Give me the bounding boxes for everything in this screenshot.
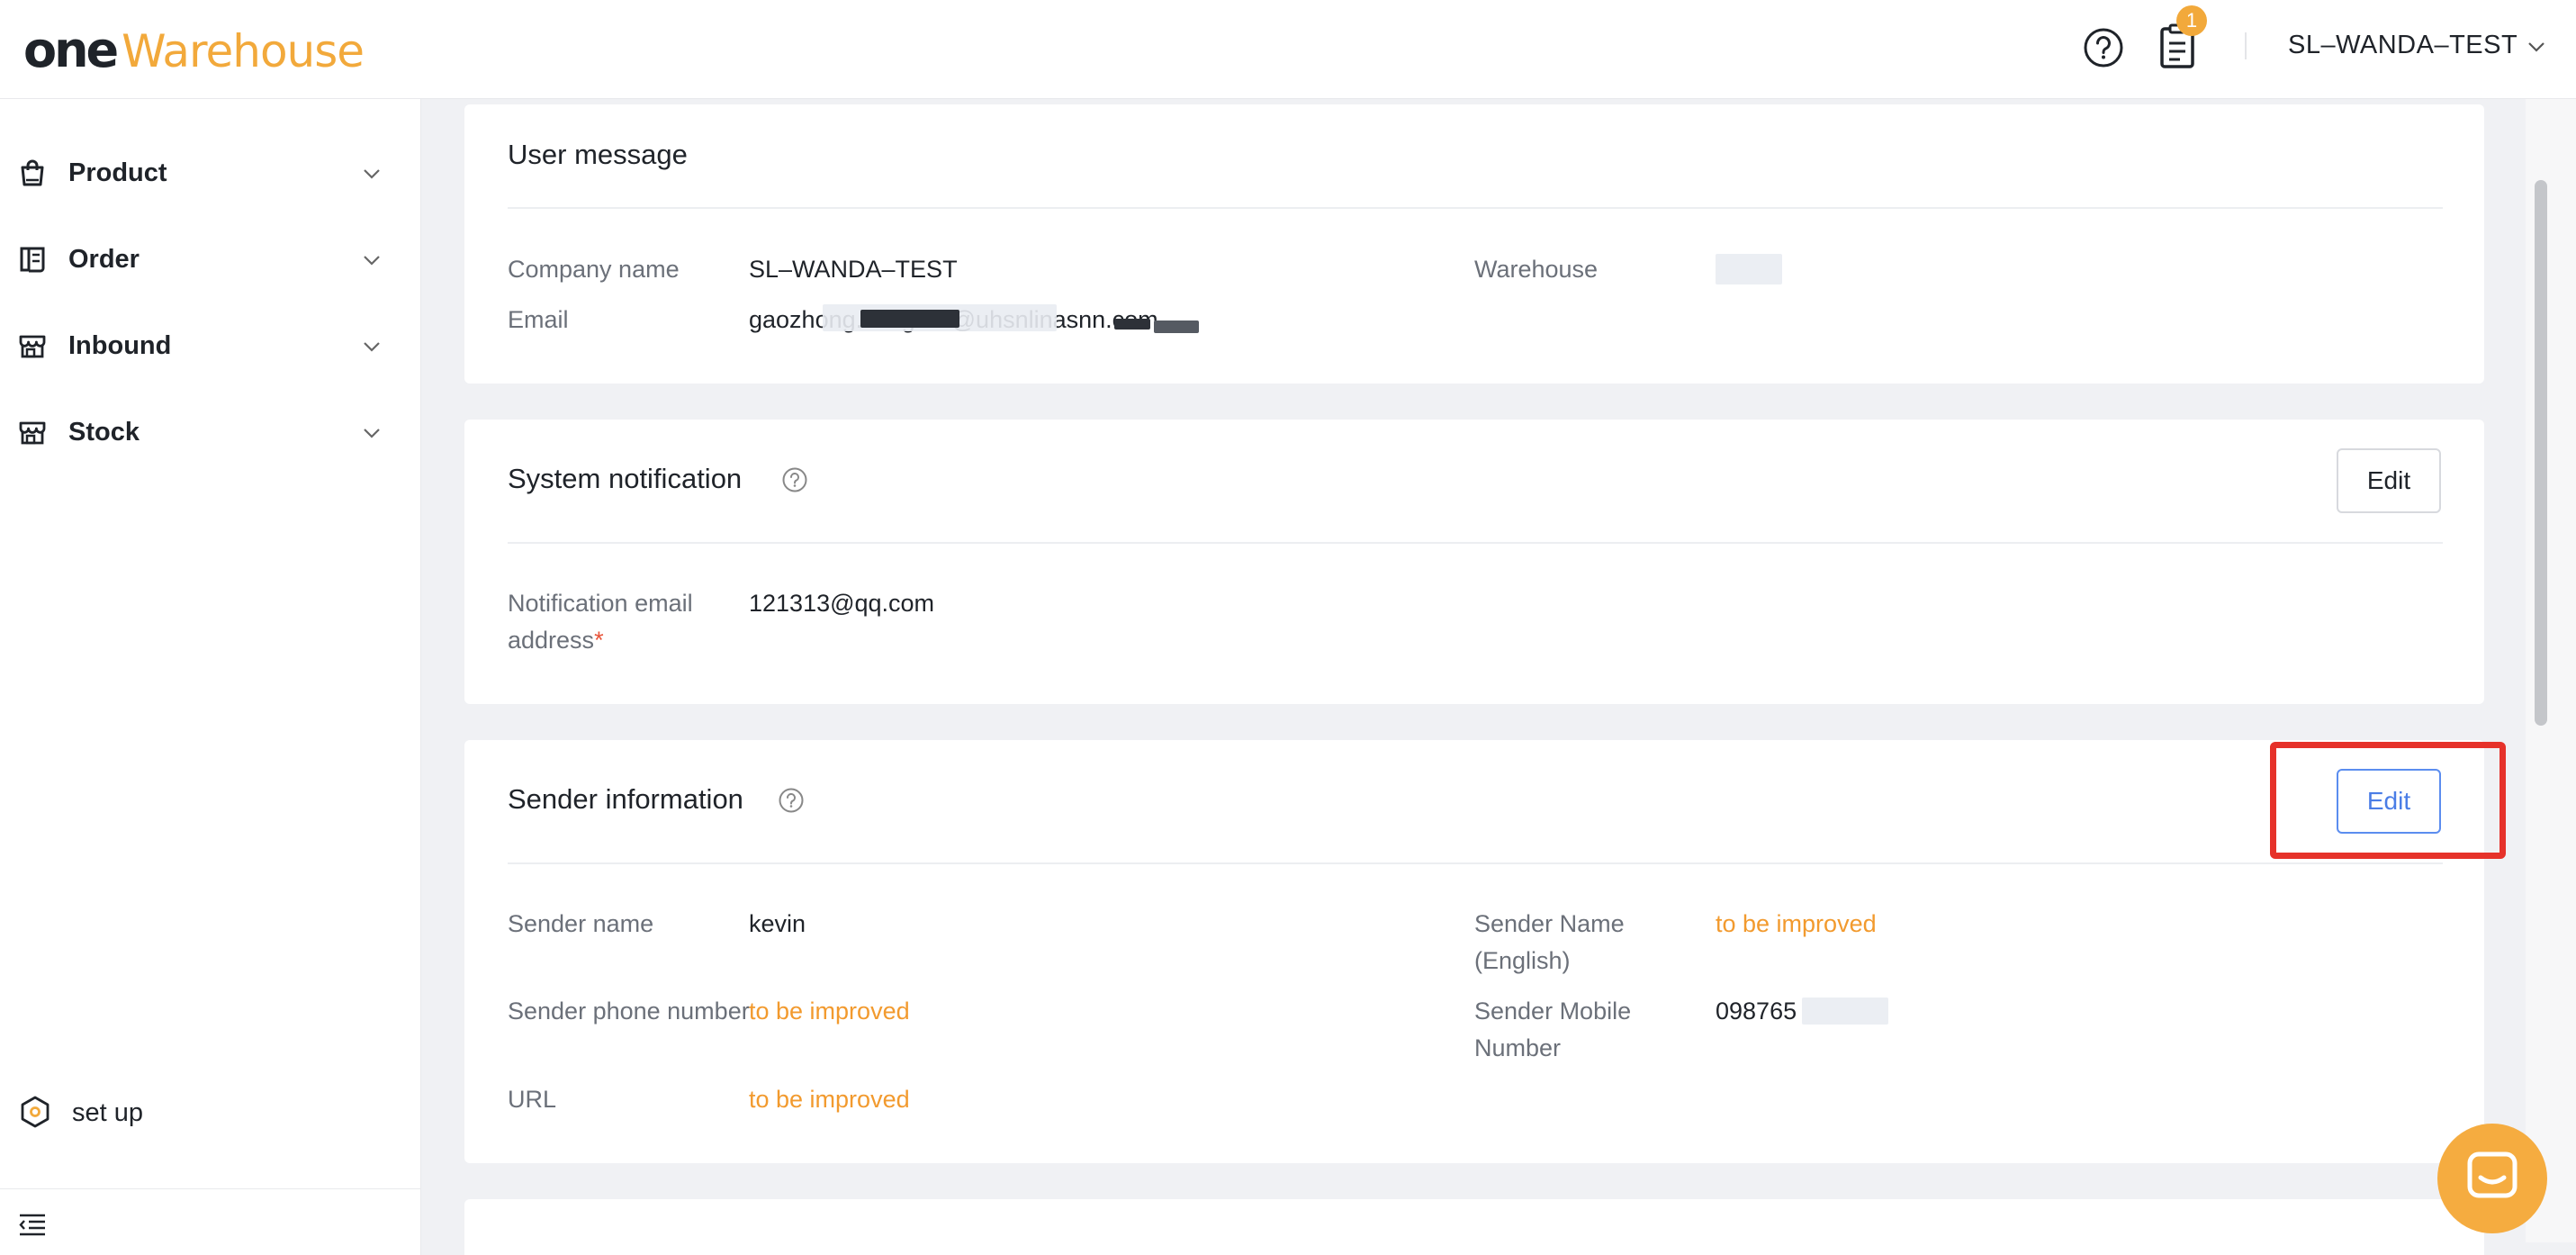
warehouse-value-redacted bbox=[1716, 254, 1782, 284]
notification-badge: 1 bbox=[2176, 5, 2207, 36]
system-notification-title: System notification bbox=[508, 463, 743, 494]
store-icon bbox=[19, 421, 46, 445]
store-icon bbox=[19, 335, 46, 358]
hexagon-settings-icon bbox=[21, 1096, 50, 1128]
scrollbar-track[interactable] bbox=[2526, 99, 2576, 1242]
card-divider bbox=[508, 862, 2443, 864]
url-label: URL bbox=[508, 1086, 557, 1113]
sender-name-value: kevin bbox=[749, 910, 806, 937]
top-header: one Warehouse 1 SL–WANDA–TEST bbox=[0, 0, 2576, 99]
sidebar-item-label: Product bbox=[68, 158, 167, 187]
collapse-menu-icon[interactable] bbox=[18, 1213, 47, 1236]
notification-email-value: 121313@qq.com bbox=[749, 590, 935, 617]
notification-email-label: Notification email address* bbox=[508, 585, 742, 659]
sender-name-english-label: Sender Name (English) bbox=[1474, 910, 1625, 974]
sidebar-item-product[interactable]: Product bbox=[0, 140, 421, 203]
url-value: to be improved bbox=[749, 1086, 910, 1113]
user-menu[interactable]: SL–WANDA–TEST bbox=[2288, 31, 2517, 60]
sidebar-item-setup[interactable]: set up bbox=[0, 1080, 421, 1143]
sidebar-item-order[interactable]: Order bbox=[0, 227, 421, 290]
sidebar-item-inbound[interactable]: Inbound bbox=[0, 313, 421, 376]
sidebar-footer bbox=[0, 1188, 421, 1255]
email-redaction-dark bbox=[860, 310, 959, 328]
bag-icon bbox=[21, 159, 44, 186]
email-label: Email bbox=[508, 306, 569, 333]
sender-mobile-redaction bbox=[1802, 998, 1888, 1025]
highlight-annotation bbox=[2270, 742, 2506, 859]
sender-phone-value: to be improved bbox=[749, 998, 910, 1025]
sidebar-item-stock[interactable]: Stock bbox=[0, 400, 421, 463]
sender-mobile-label: Sender Mobile Number bbox=[1474, 998, 1632, 1061]
edit-notification-button[interactable]: Edit bbox=[2337, 448, 2441, 513]
card-divider bbox=[508, 207, 2443, 209]
user-message-card: User message Company name SL–WANDA–TEST … bbox=[464, 104, 2484, 384]
sidebar-item-label: Inbound bbox=[68, 331, 172, 360]
logo-one-text: one bbox=[23, 22, 119, 78]
company-name-value: SL–WANDA–TEST bbox=[749, 256, 958, 283]
app-logo[interactable]: one Warehouse bbox=[23, 22, 365, 78]
email-redaction-dark bbox=[1154, 321, 1199, 333]
chevron-down-icon bbox=[364, 429, 380, 438]
user-message-title: User message bbox=[508, 139, 688, 170]
card-divider bbox=[508, 542, 2443, 544]
receipt-icon bbox=[20, 247, 45, 273]
setup-label: set up bbox=[72, 1098, 143, 1127]
required-mark: * bbox=[594, 627, 604, 654]
next-card-partial bbox=[464, 1199, 2484, 1255]
sidebar-item-label: Order bbox=[68, 245, 140, 274]
chat-icon bbox=[2467, 1151, 2517, 1198]
sender-name-label: Sender name bbox=[508, 910, 654, 937]
header-divider bbox=[2245, 32, 2247, 59]
chevron-down-icon[interactable] bbox=[2526, 36, 2547, 58]
question-circle-icon[interactable] bbox=[778, 787, 805, 814]
sender-phone-label: Sender phone number bbox=[508, 998, 750, 1025]
chevron-down-icon bbox=[364, 342, 380, 352]
email-redaction-dark bbox=[1114, 319, 1150, 330]
scrollbar-thumb[interactable] bbox=[2535, 180, 2547, 726]
sender-information-card: Sender information Edit Sender name kevi… bbox=[464, 740, 2484, 1163]
help-icon[interactable] bbox=[2083, 27, 2124, 68]
sender-information-title: Sender information bbox=[508, 783, 743, 815]
sender-mobile-value: 098765 bbox=[1716, 998, 1797, 1025]
sidebar: Product Order Inbound Stock set up bbox=[0, 99, 421, 1255]
sidebar-item-label: Stock bbox=[68, 418, 140, 447]
chevron-down-icon bbox=[364, 169, 380, 179]
question-circle-icon[interactable] bbox=[781, 466, 808, 493]
sender-name-english-value: to be improved bbox=[1716, 910, 1877, 937]
warehouse-label: Warehouse bbox=[1474, 256, 1599, 283]
system-notification-card: System notification Edit Notification em… bbox=[464, 420, 2484, 704]
logo-warehouse-text: Warehouse bbox=[122, 25, 365, 77]
chevron-down-icon bbox=[364, 256, 380, 266]
company-name-label: Company name bbox=[508, 256, 680, 283]
